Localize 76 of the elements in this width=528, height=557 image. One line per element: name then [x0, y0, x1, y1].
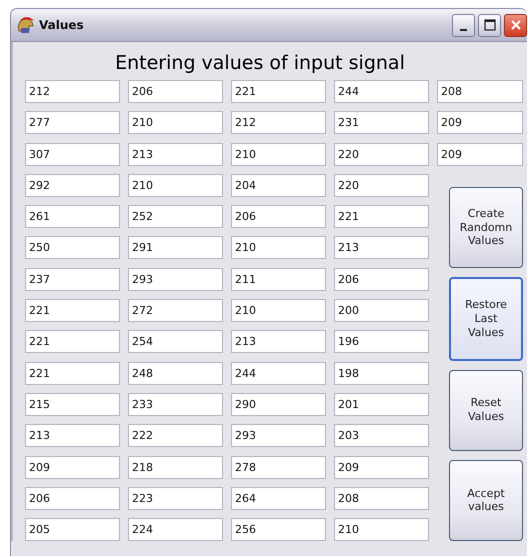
maximize-icon — [484, 19, 496, 31]
value-field[interactable]: 277 — [25, 111, 120, 134]
value-field[interactable]: 256 — [231, 518, 326, 542]
value-field[interactable]: 210 — [128, 111, 223, 134]
value-field[interactable]: 200 — [334, 299, 429, 322]
value-field[interactable]: 206 — [334, 268, 429, 291]
value-field[interactable]: 198 — [334, 362, 429, 385]
value-field[interactable]: 204 — [231, 174, 326, 197]
value-field[interactable]: 209 — [334, 456, 429, 479]
value-field[interactable]: 307 — [25, 142, 120, 166]
value-field[interactable]: 250 — [25, 236, 120, 260]
value-field[interactable]: 261 — [25, 205, 120, 228]
value-field[interactable]: 254 — [128, 330, 223, 354]
value-field[interactable]: 248 — [128, 362, 223, 385]
value-field[interactable]: 290 — [231, 392, 326, 416]
value-field[interactable]: 233 — [128, 392, 223, 416]
value-field[interactable]: 237 — [25, 268, 120, 291]
value-field[interactable]: 223 — [128, 486, 223, 510]
value-field[interactable]: 291 — [128, 236, 223, 260]
value-field[interactable]: 292 — [25, 174, 120, 197]
value-field[interactable]: 212 — [25, 80, 120, 103]
value-field[interactable]: 221 — [25, 362, 120, 385]
value-field[interactable]: 206 — [231, 205, 326, 228]
window-title: Values — [39, 18, 84, 32]
value-field[interactable]: 209 — [437, 142, 523, 166]
value-field[interactable]: 203 — [334, 424, 429, 448]
value-field[interactable]: 211 — [231, 268, 326, 291]
value-field[interactable]: 264 — [231, 486, 326, 510]
helmet-icon — [15, 15, 35, 35]
value-field[interactable]: 231 — [334, 111, 429, 134]
value-field[interactable]: 210 — [231, 236, 326, 260]
value-field[interactable]: 244 — [334, 80, 429, 103]
value-field[interactable]: 218 — [128, 456, 223, 479]
value-field[interactable]: 210 — [231, 299, 326, 322]
close-button[interactable] — [504, 14, 527, 36]
close-icon — [510, 19, 522, 31]
value-field[interactable]: 222 — [128, 424, 223, 448]
value-field[interactable]: 221 — [334, 205, 429, 228]
value-field[interactable]: 252 — [128, 205, 223, 228]
value-field[interactable]: 208 — [437, 80, 523, 103]
value-field[interactable]: 209 — [25, 456, 120, 479]
value-field[interactable]: 213 — [25, 424, 120, 448]
minimize-icon — [460, 28, 467, 30]
value-field[interactable]: 210 — [334, 518, 429, 542]
value-field[interactable]: 272 — [128, 299, 223, 322]
value-field[interactable]: 212 — [231, 111, 326, 134]
value-field[interactable]: 293 — [231, 424, 326, 448]
value-field[interactable]: 213 — [231, 330, 326, 354]
action-button[interactable]: Create Randomn Values — [449, 186, 523, 268]
value-field[interactable]: 221 — [25, 330, 120, 354]
value-field[interactable]: 210 — [231, 142, 326, 166]
value-field[interactable]: 205 — [25, 518, 120, 542]
action-button[interactable]: Restore Last Values — [449, 277, 523, 361]
value-field[interactable]: 220 — [334, 174, 429, 197]
action-button[interactable]: Reset Values — [449, 370, 523, 451]
value-field[interactable]: 278 — [231, 456, 326, 479]
value-field[interactable]: 206 — [128, 80, 223, 103]
value-field[interactable]: 215 — [25, 392, 120, 416]
value-field[interactable]: 221 — [231, 80, 326, 103]
maximize-button[interactable] — [478, 14, 501, 36]
form-heading: Entering values of input signal — [114, 51, 406, 76]
value-field[interactable]: 213 — [128, 142, 223, 166]
value-field[interactable]: 213 — [334, 236, 429, 260]
value-field[interactable]: 220 — [334, 142, 429, 166]
minimize-button[interactable] — [452, 14, 475, 36]
value-field[interactable]: 208 — [334, 486, 429, 510]
value-field[interactable]: 221 — [25, 299, 120, 322]
value-field[interactable]: 293 — [128, 268, 223, 291]
value-field[interactable]: 210 — [128, 174, 223, 197]
value-field[interactable]: 206 — [25, 486, 120, 510]
value-field[interactable]: 244 — [231, 362, 326, 385]
action-button[interactable]: Accept values — [449, 460, 523, 542]
value-field[interactable]: 209 — [437, 111, 523, 134]
value-field[interactable]: 201 — [334, 392, 429, 416]
value-field[interactable]: 196 — [334, 330, 429, 354]
value-field[interactable]: 224 — [128, 518, 223, 542]
